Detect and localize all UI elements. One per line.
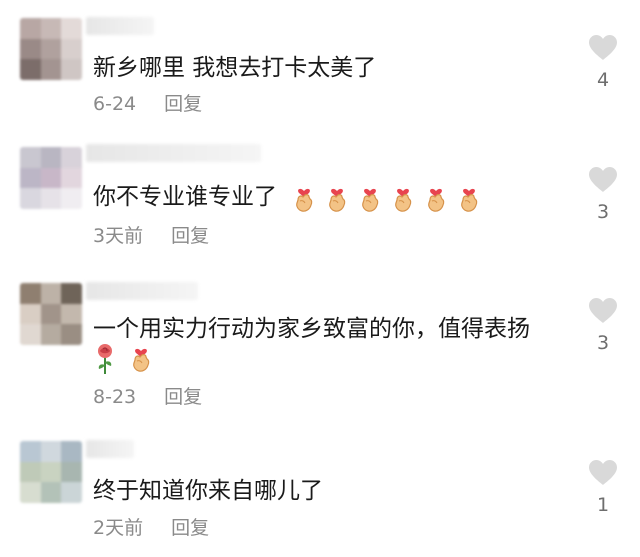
comment-text-row: 你不专业谁专业了 [93, 182, 481, 213]
like-count: 1 [596, 494, 610, 516]
finger-heart-icon [424, 183, 448, 213]
rose-icon [93, 343, 117, 375]
finger-heart-icon [358, 183, 382, 213]
finger-heart-icon [129, 343, 153, 373]
reply-button[interactable]: 回复 [164, 385, 202, 409]
reply-button[interactable]: 回复 [171, 516, 209, 540]
like-count: 3 [596, 201, 610, 223]
like-button[interactable]: 4 [585, 34, 621, 91]
finger-heart-icon [325, 183, 349, 213]
comment-text: 你不专业谁专业了 [93, 184, 277, 210]
emoji-row [292, 183, 481, 213]
finger-heart-icon [292, 183, 316, 213]
comment-text: 终于知道你来自哪儿了 [93, 478, 323, 504]
finger-heart-icon [457, 183, 481, 213]
username-blurred[interactable] [86, 144, 261, 162]
username-blurred[interactable] [86, 17, 154, 35]
comment-text: 新乡哪里 我想去打卡太美了 [93, 55, 377, 81]
username-blurred[interactable] [86, 282, 198, 300]
emoji-row [93, 343, 153, 375]
like-button[interactable]: 3 [585, 166, 621, 223]
comment-meta: 2天前 回复 [93, 516, 209, 540]
like-count: 3 [596, 332, 610, 354]
comment-date: 2天前 [93, 517, 144, 539]
like-button[interactable]: 1 [585, 459, 621, 516]
comment-meta: 8-23 回复 [93, 385, 202, 409]
reply-button[interactable]: 回复 [164, 92, 202, 116]
heart-icon[interactable] [585, 459, 621, 486]
heart-icon[interactable] [585, 166, 621, 193]
comment-date: 3天前 [93, 225, 144, 247]
avatar[interactable] [20, 147, 82, 209]
comment-meta: 6-24 回复 [93, 92, 202, 116]
finger-heart-icon [391, 183, 415, 213]
heart-icon[interactable] [585, 34, 621, 61]
reply-button[interactable]: 回复 [171, 224, 209, 248]
avatar[interactable] [20, 441, 82, 503]
avatar[interactable] [20, 18, 82, 80]
comment-date: 6-24 [93, 93, 137, 115]
like-button[interactable]: 3 [585, 297, 621, 354]
avatar[interactable] [20, 283, 82, 345]
heart-icon[interactable] [585, 297, 621, 324]
comment-text: 一个用实力行动为家乡致富的你，值得表扬 [93, 316, 530, 342]
username-blurred[interactable] [86, 440, 134, 458]
comment-date: 8-23 [93, 386, 137, 408]
like-count: 4 [596, 69, 610, 91]
comment-meta: 3天前 回复 [93, 224, 209, 248]
